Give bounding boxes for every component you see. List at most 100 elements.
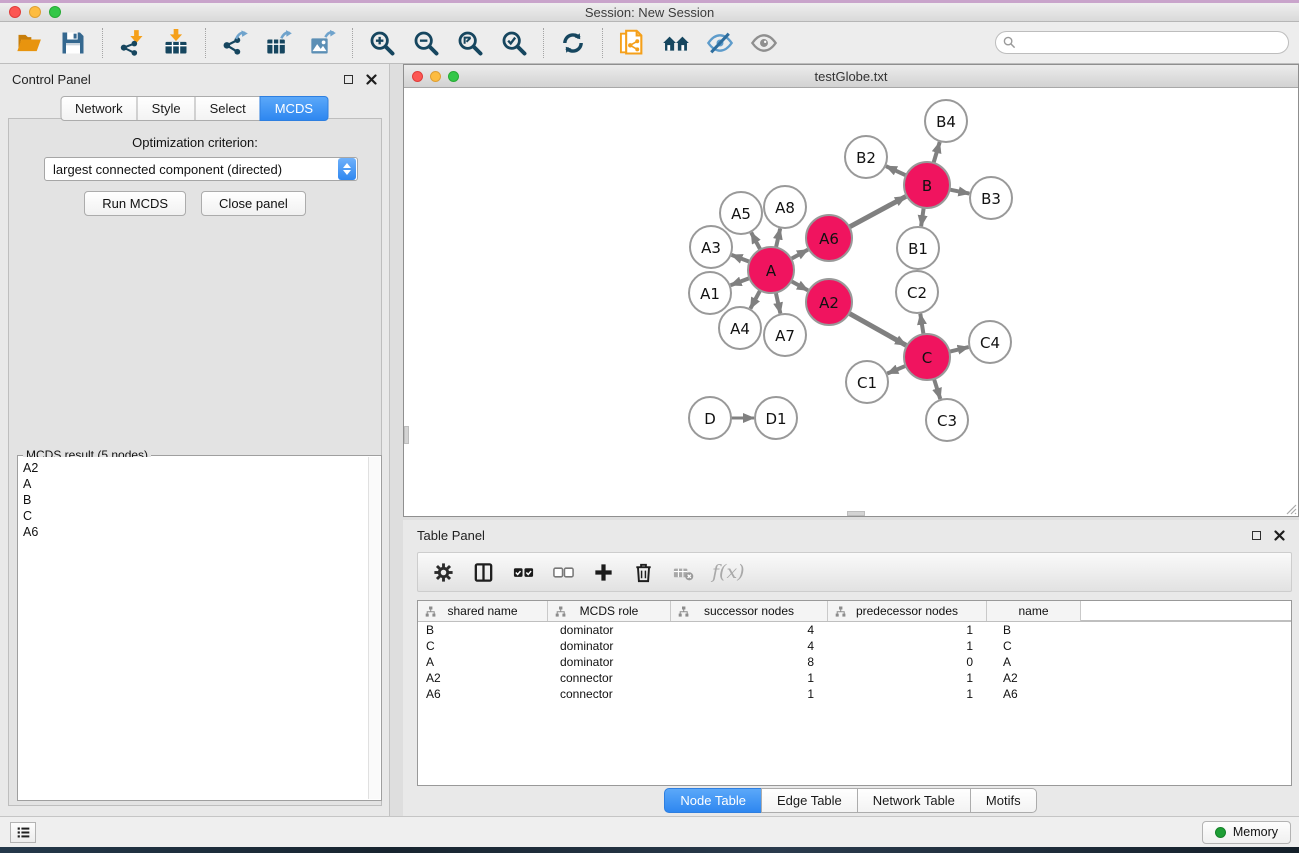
canvas-bottom-handle[interactable]: [847, 511, 865, 516]
node-A3[interactable]: A3: [690, 226, 732, 268]
node-A6[interactable]: A6: [806, 215, 852, 261]
node-B1[interactable]: B1: [897, 227, 939, 269]
add-column-icon[interactable]: [592, 561, 615, 584]
node-B[interactable]: B: [904, 162, 950, 208]
edge-C-C3[interactable]: [934, 379, 940, 399]
table-options-icon[interactable]: [432, 561, 455, 584]
refresh-icon[interactable]: [557, 27, 589, 59]
node-A1[interactable]: A1: [689, 272, 731, 314]
hide-graphics-details-icon[interactable]: [704, 27, 736, 59]
node-A4[interactable]: A4: [719, 307, 761, 349]
float-panel-icon[interactable]: [344, 75, 353, 84]
mcds-result-item[interactable]: C: [23, 508, 368, 524]
mcds-result-item[interactable]: A2: [23, 460, 368, 476]
node-A5[interactable]: A5: [720, 192, 762, 234]
float-table-panel-icon[interactable]: [1252, 531, 1261, 540]
canvas-left-handle[interactable]: [404, 426, 409, 444]
node-C2[interactable]: C2: [896, 271, 938, 313]
window-resize-grip[interactable]: [1284, 502, 1297, 515]
table-row[interactable]: Bdominator41B: [418, 622, 1291, 638]
export-image-icon[interactable]: [307, 27, 339, 59]
close-panel-button[interactable]: Close panel: [201, 191, 306, 216]
node-C4[interactable]: C4: [969, 321, 1011, 363]
delete-table-icon[interactable]: [672, 561, 695, 584]
node-A7[interactable]: A7: [764, 314, 806, 356]
column-header-shared-name[interactable]: shared name: [418, 601, 548, 621]
mcds-result-item[interactable]: A: [23, 476, 368, 492]
function-builder-icon[interactable]: f(x): [712, 561, 745, 583]
task-history-button[interactable]: [10, 822, 36, 843]
tab-mcds[interactable]: MCDS: [260, 96, 328, 121]
table-row[interactable]: Cdominator41C: [418, 638, 1291, 654]
zoom-selected-icon[interactable]: [498, 27, 530, 59]
zoom-fit-icon[interactable]: [454, 27, 486, 59]
table-row[interactable]: A6connector11A6: [418, 686, 1291, 702]
home-view-icon[interactable]: [660, 27, 692, 59]
edge-C-C2[interactable]: [920, 314, 923, 335]
mcds-result-scrollbar[interactable]: [368, 457, 380, 799]
tab-style[interactable]: Style: [137, 96, 196, 121]
edge-A6-B[interactable]: [849, 196, 906, 227]
run-mcds-button[interactable]: Run MCDS: [84, 191, 186, 216]
import-table-icon[interactable]: [160, 27, 192, 59]
tab-select[interactable]: Select: [195, 96, 261, 121]
column-header-predecessor-nodes[interactable]: predecessor nodes: [828, 601, 987, 621]
tab-network-table[interactable]: Network Table: [857, 788, 971, 813]
network-from-file-icon[interactable]: [616, 27, 648, 59]
show-graphics-details-icon[interactable]: [748, 27, 780, 59]
zoom-out-icon[interactable]: [410, 27, 442, 59]
search-input[interactable]: [995, 31, 1289, 54]
edge-A-A1[interactable]: [731, 278, 750, 285]
show-columns-icon[interactable]: [472, 561, 495, 584]
node-B3[interactable]: B3: [970, 177, 1012, 219]
tab-node-table[interactable]: Node Table: [664, 788, 762, 813]
node-A8[interactable]: A8: [764, 186, 806, 228]
edge-A-A2[interactable]: [791, 281, 808, 290]
edge-C-C1[interactable]: [887, 366, 906, 374]
node-C1[interactable]: C1: [846, 361, 888, 403]
node-C[interactable]: C: [904, 334, 950, 380]
close-table-panel-icon[interactable]: [1274, 530, 1285, 541]
mcds-result-item[interactable]: A6: [23, 524, 368, 540]
tab-motifs[interactable]: Motifs: [970, 788, 1037, 813]
import-network-icon[interactable]: [116, 27, 148, 59]
edge-A-A8[interactable]: [776, 229, 780, 248]
network-canvas[interactable]: B4B2BB3A5A8A6A3AB1A1A2C2A4A7C4CC1DD1C3: [404, 88, 1298, 516]
tab-edge-table[interactable]: Edge Table: [761, 788, 858, 813]
edge-A-A6[interactable]: [791, 250, 808, 259]
column-header-MCDS-role[interactable]: MCDS role: [548, 601, 671, 621]
memory-button[interactable]: Memory: [1202, 821, 1291, 844]
table-row[interactable]: Adominator80A: [418, 654, 1291, 670]
edge-A-A7[interactable]: [776, 293, 781, 314]
edge-A-A4[interactable]: [750, 290, 760, 308]
export-network-icon[interactable]: [219, 27, 251, 59]
zoom-in-icon[interactable]: [366, 27, 398, 59]
open-session-icon[interactable]: [13, 27, 45, 59]
delete-column-icon[interactable]: [632, 561, 655, 584]
deselect-all-columns-icon[interactable]: [552, 561, 575, 584]
node-D1[interactable]: D1: [755, 397, 797, 439]
table-row[interactable]: A2connector11A2: [418, 670, 1291, 686]
edge-B-B1[interactable]: [921, 208, 924, 226]
network-graph[interactable]: B4B2BB3A5A8A6A3AB1A1A2C2A4A7C4CC1DD1C3: [404, 88, 1298, 516]
optimization-criterion-select[interactable]: largest connected component (directed): [44, 157, 358, 181]
edge-A-A5[interactable]: [751, 233, 760, 250]
edge-C-C4[interactable]: [949, 347, 968, 352]
export-table-icon[interactable]: [263, 27, 295, 59]
node-D[interactable]: D: [689, 397, 731, 439]
node-C3[interactable]: C3: [926, 399, 968, 441]
column-header-successor-nodes[interactable]: successor nodes: [671, 601, 828, 621]
mcds-result-item[interactable]: B: [23, 492, 368, 508]
select-all-columns-icon[interactable]: [512, 561, 535, 584]
save-session-icon[interactable]: [57, 27, 89, 59]
edge-B-B4[interactable]: [934, 142, 940, 163]
edge-A-A3[interactable]: [732, 255, 750, 262]
edge-B-B2[interactable]: [886, 166, 906, 175]
column-header-name[interactable]: name: [987, 601, 1081, 621]
edge-A2-C[interactable]: [849, 313, 906, 345]
node-A[interactable]: A: [748, 247, 794, 293]
node-B2[interactable]: B2: [845, 136, 887, 178]
close-panel-icon[interactable]: [366, 74, 377, 85]
network-window-titlebar[interactable]: testGlobe.txt: [404, 65, 1298, 88]
tab-network[interactable]: Network: [60, 96, 138, 121]
